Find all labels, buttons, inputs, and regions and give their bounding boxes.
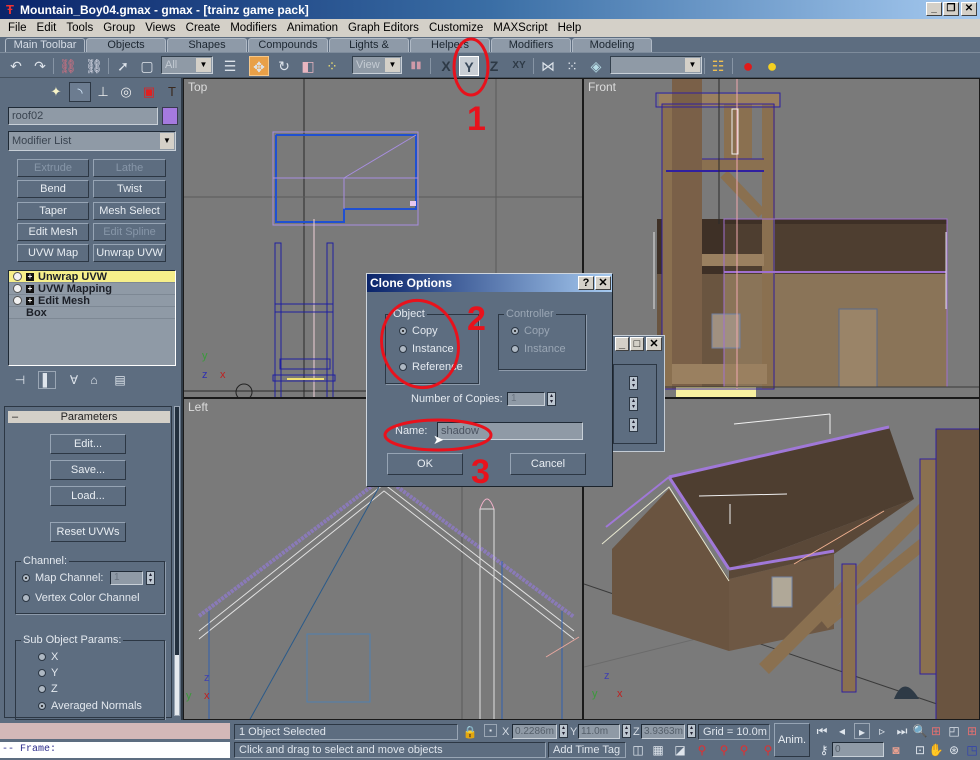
- zoom-extents-all-icon[interactable]: ⊞: [964, 723, 980, 739]
- current-frame-input[interactable]: 0: [832, 742, 884, 757]
- maxscript-listener: -- Frame:: [0, 720, 230, 760]
- z-coord-spinner[interactable]: ▴ ▾: [687, 724, 696, 738]
- zoom-extents-icon[interactable]: ◰: [946, 723, 962, 739]
- lock-selection-icon[interactable]: 🔒: [462, 724, 478, 740]
- zoom-icon[interactable]: 🔍: [912, 723, 928, 739]
- annotation-circle-1: [452, 37, 490, 97]
- angle-snap-icon[interactable]: ⚲: [716, 742, 732, 758]
- selection-status: 1 Object Selected: [234, 724, 458, 740]
- grid-size-display: Grid = 10.0m: [698, 724, 770, 740]
- degradation-override-icon[interactable]: ◫: [630, 742, 646, 758]
- zoom-all-icon[interactable]: ⊞: [928, 723, 944, 739]
- annotation-overlay: [380, 37, 493, 452]
- add-time-tag-button[interactable]: Add Time Tag: [548, 742, 626, 758]
- crossing-selection-icon[interactable]: ▦: [650, 742, 666, 758]
- status-bar: 1 Object Selected 🔒 ▪ X 0.2286m ▴ ▾ Y 11.…: [230, 720, 980, 760]
- field-of-view-icon[interactable]: ⊡: [912, 742, 928, 758]
- key-mode-icon[interactable]: ⚷: [816, 742, 832, 758]
- time-configuration-icon[interactable]: ◙: [888, 742, 904, 758]
- animate-button[interactable]: Anim.: [774, 723, 810, 757]
- play-icon[interactable]: ▸: [854, 723, 870, 739]
- next-frame-icon[interactable]: ▹: [874, 723, 890, 739]
- annotation-number-1: 1: [467, 100, 486, 138]
- annotation-number-2: 2: [467, 300, 486, 338]
- x-coord-label: X: [502, 726, 510, 738]
- arc-rotate-icon[interactable]: ⊛: [946, 742, 962, 758]
- y-coord-input[interactable]: 11.0m: [578, 724, 620, 739]
- z-coord-label: Z: [633, 726, 640, 738]
- go-to-end-icon[interactable]: ⏭: [894, 723, 910, 739]
- percent-snap-icon[interactable]: ⚲: [736, 742, 752, 758]
- prompt-line: Click and drag to select and move object…: [234, 742, 546, 758]
- x-coord-spinner[interactable]: ▴ ▾: [559, 724, 568, 738]
- x-coord-input[interactable]: 0.2286m: [512, 724, 557, 739]
- absolute-mode-icon[interactable]: ▪: [484, 724, 497, 737]
- maximize-viewport-icon[interactable]: ◳: [964, 742, 980, 758]
- window-crossing-icon[interactable]: ◪: [672, 742, 688, 758]
- annotation-number-3: 3: [471, 453, 490, 491]
- listener-input[interactable]: -- Frame:: [0, 742, 230, 758]
- pan-icon[interactable]: ✋: [928, 742, 944, 758]
- annotation-circle-3: [383, 418, 493, 452]
- z-coord-input[interactable]: 3.9363m: [641, 724, 685, 739]
- y-coord-label: Y: [570, 726, 578, 738]
- annotation-circle-2: [380, 298, 460, 390]
- previous-frame-icon[interactable]: ◂: [834, 723, 850, 739]
- listener-output[interactable]: [0, 723, 230, 739]
- snap-3d-icon[interactable]: ⚲: [694, 742, 710, 758]
- y-coord-spinner[interactable]: ▴ ▾: [622, 724, 631, 738]
- go-to-start-icon[interactable]: ⏮: [814, 723, 830, 739]
